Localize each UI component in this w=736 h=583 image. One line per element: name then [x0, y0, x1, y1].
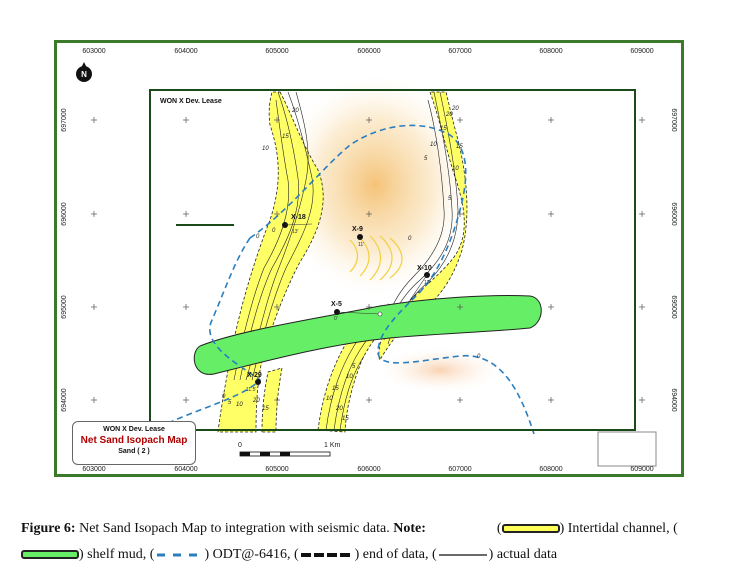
y-tick-label: 696000 — [670, 202, 677, 225]
svg-text:X-5: X-5 — [331, 301, 342, 308]
title-sand: Sand ( 2 ) — [118, 448, 150, 455]
legend-swatch-actual — [438, 554, 487, 556]
x-tick-label: 608000 — [539, 48, 562, 55]
svg-text:10: 10 — [430, 142, 437, 148]
scale-bar: 0 1 Km — [238, 442, 341, 457]
seismic-anomaly-south — [380, 348, 500, 392]
map-title-box: WON X Dev. Lease Net Sand Isopach Map Sa… — [72, 421, 196, 465]
svg-text:20: 20 — [445, 112, 453, 118]
legend-swatch-intertidal — [501, 524, 560, 534]
svg-text:15: 15 — [282, 134, 289, 140]
svg-text:0: 0 — [256, 234, 260, 240]
x-tick-label: 606000 — [357, 48, 380, 55]
svg-text:15: 15 — [262, 406, 269, 412]
figure-caption: Figure 6: Net Sand Isopach Map to integr… — [21, 521, 678, 562]
lease-label: WON X Dev. Lease — [160, 98, 222, 105]
x-tick-label: 608000 — [539, 466, 562, 473]
y-tick-label: 695000 — [670, 295, 677, 318]
svg-text:10: 10 — [236, 402, 243, 408]
svg-text:20: 20 — [335, 406, 343, 412]
svg-text:X-10: X-10 — [417, 265, 432, 272]
caption-text: Net Sand Isopach Map to integration with… — [79, 521, 390, 536]
note-label: Note: — [393, 521, 426, 536]
x-tick-label: 603000 — [82, 48, 105, 55]
svg-text:10: 10 — [346, 374, 353, 380]
svg-text:11': 11' — [358, 242, 364, 248]
x-tick-label: 606000 — [357, 466, 380, 473]
x-tick-label: 605000 — [265, 48, 288, 55]
legend-intertidal: Intertidal channel, — [567, 521, 670, 536]
y-tick-label: 694000 — [670, 388, 677, 411]
legend-shelf: shelf mud, — [87, 547, 147, 562]
x-tick-label: 605000 — [265, 466, 288, 473]
svg-text:20: 20 — [291, 108, 299, 114]
legend-odt: ODT@-6416, — [212, 547, 291, 562]
svg-text:N: N — [81, 70, 87, 79]
north-arrow-icon: N — [76, 62, 92, 82]
x-tick-label: 609000 — [630, 466, 653, 473]
legend-end: end of data, — [362, 547, 429, 562]
x-tick-label: 607000 — [448, 48, 471, 55]
top-axis-ticks: 603000 604000 605000 606000 607000 608000 6090… — [82, 48, 653, 55]
svg-text:11.5': 11.5' — [246, 387, 256, 393]
svg-text:X-9: X-9 — [352, 226, 363, 233]
y-tick-label: 695000 — [61, 295, 68, 318]
svg-text:20: 20 — [252, 398, 260, 404]
svg-text:15: 15 — [456, 144, 463, 150]
x-tick-label: 603000 — [82, 466, 105, 473]
frame-corner-tab — [597, 431, 657, 467]
right-axis-ticks: 697000 696000 695000 694000 — [670, 108, 677, 411]
svg-text:X-29: X-29 — [247, 372, 262, 379]
legend-swatch-shelf — [21, 550, 79, 560]
y-tick-label: 696000 — [61, 202, 68, 225]
svg-text:10: 10 — [452, 166, 459, 172]
x-tick-label: 609000 — [630, 48, 653, 55]
x-tick-label: 604000 — [174, 466, 197, 473]
x-tick-label: 607000 — [448, 466, 471, 473]
svg-text:15: 15 — [332, 386, 339, 392]
figure-label: Figure 6: — [21, 521, 76, 536]
svg-text:X-18: X-18 — [291, 214, 306, 221]
legend-swatch-end — [300, 552, 353, 557]
title-map-name: Net Sand Isopach Map — [80, 435, 188, 446]
title-lease: WON X Dev. Lease — [103, 426, 165, 433]
bottom-axis-ticks: 603000 604000 605000 606000 607000 608000 6090… — [82, 466, 653, 473]
legend-actual: actual data — [496, 547, 558, 562]
svg-text:1 Km: 1 Km — [324, 442, 341, 449]
svg-text:10: 10 — [326, 396, 333, 402]
left-axis-ticks: 697000 696000 695000 694000 — [61, 108, 68, 411]
legend-swatch-odt — [157, 553, 203, 557]
y-tick-label: 694000 — [61, 388, 68, 411]
svg-text:0: 0 — [238, 442, 242, 449]
y-tick-label: 697000 — [61, 108, 68, 131]
svg-text:12': 12' — [424, 280, 431, 286]
svg-text:10: 10 — [262, 146, 269, 152]
svg-text:15: 15 — [342, 416, 349, 422]
svg-text:15: 15 — [440, 126, 447, 132]
svg-text:20: 20 — [451, 106, 459, 112]
x-tick-label: 604000 — [174, 48, 197, 55]
y-tick-label: 697000 — [670, 108, 677, 131]
svg-text:0': 0' — [334, 316, 338, 322]
svg-text:13': 13' — [292, 229, 299, 235]
